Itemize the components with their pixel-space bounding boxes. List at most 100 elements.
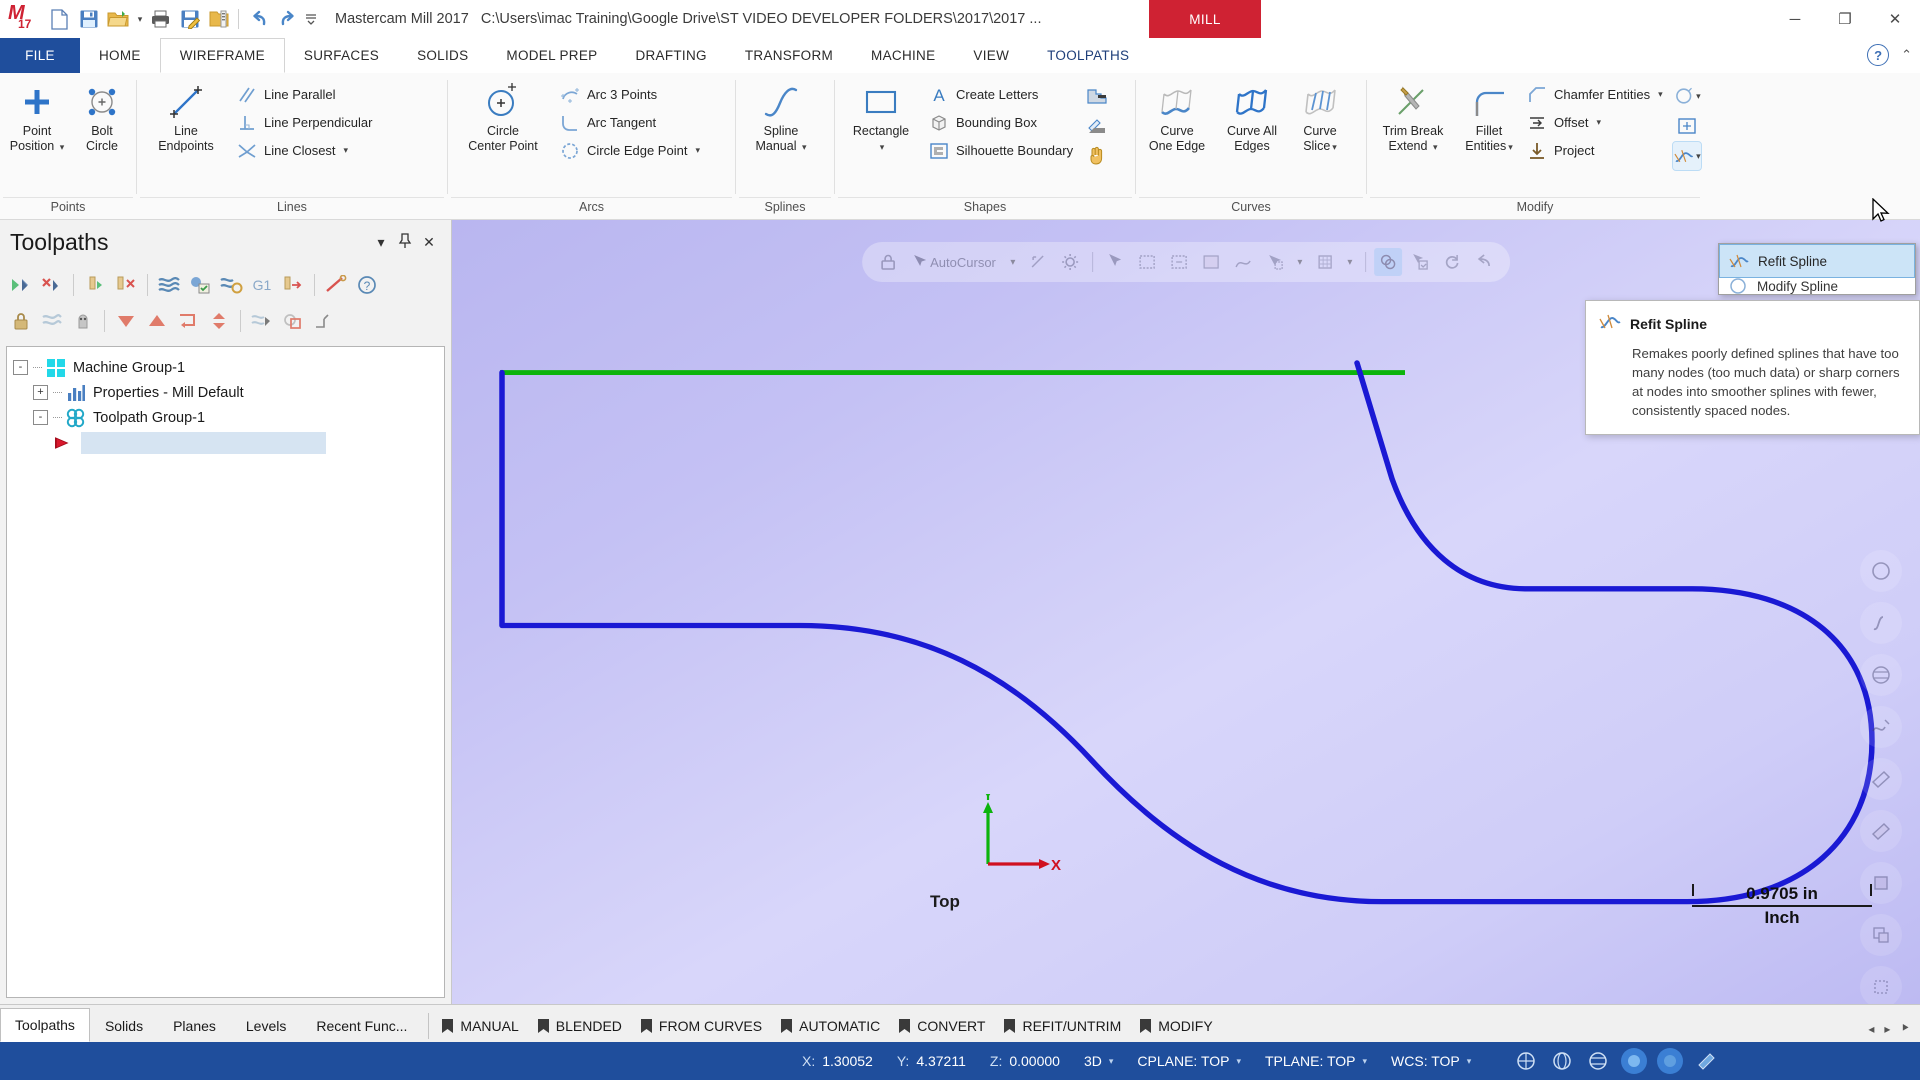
post-selected-icon[interactable] (278, 270, 308, 300)
bottom-tab-solids[interactable]: Solids (90, 1010, 158, 1042)
expander-properties[interactable]: + (33, 385, 48, 400)
tree-node-properties[interactable]: + Properties - Mill Default (13, 380, 438, 405)
tab-file[interactable]: FILE (0, 38, 80, 73)
line-closest-button[interactable]: Line Closest ▾ (232, 137, 379, 164)
cplane-dropdown-icon[interactable]: ▾ (1236, 1056, 1241, 1067)
tab-view[interactable]: VIEW (954, 38, 1028, 73)
translucency-toggle-icon[interactable] (1693, 1048, 1719, 1074)
offset-dropdown-icon[interactable]: ▾ (1596, 117, 1601, 128)
expand-collapse-icon[interactable] (204, 306, 234, 336)
gview-icon[interactable] (1513, 1048, 1539, 1074)
tab-machine[interactable]: MACHINE (852, 38, 954, 73)
toolpath-filter-icon[interactable] (247, 306, 277, 336)
line-closest-dropdown-icon[interactable]: ▾ (344, 145, 349, 156)
silhouette-boundary-button[interactable]: Silhouette Boundary (924, 137, 1080, 164)
tab-solids[interactable]: SOLIDS (398, 38, 487, 73)
flag-tab-automatic[interactable]: AUTOMATIC (774, 1010, 892, 1042)
bolt-circle-button[interactable]: Bolt Circle (71, 80, 133, 154)
new-file-icon[interactable] (46, 6, 73, 33)
status-mode-toggle[interactable]: 3D ▾ (1072, 1053, 1125, 1069)
panel-pin-icon[interactable] (393, 232, 417, 252)
redo-icon[interactable] (274, 6, 301, 33)
curve-all-edges-button[interactable]: Curve All Edges (1215, 80, 1289, 154)
circle-edge-point-dropdown-icon[interactable]: ▾ (695, 145, 700, 156)
expander-machine-group[interactable]: - (13, 360, 28, 375)
plane-globe-icon[interactable] (1585, 1048, 1611, 1074)
open-dropdown-icon[interactable]: ▾ (133, 6, 145, 33)
expander-toolpath-group[interactable]: - (33, 410, 48, 425)
refit-spline-icon[interactable]: ▾ (1671, 141, 1702, 171)
circle-center-point-button[interactable]: Circle Center Point (451, 80, 555, 154)
line-perpendicular-button[interactable]: Line Perpendicular (232, 109, 379, 136)
toggle-toolpath-display-icon[interactable] (68, 306, 98, 336)
bottom-tab-levels[interactable]: Levels (231, 1010, 301, 1042)
tplane-dropdown-icon[interactable]: ▾ (1363, 1056, 1368, 1067)
customize-qat-icon[interactable] (303, 6, 319, 33)
wcs-dropdown-icon[interactable]: ▾ (1467, 1056, 1472, 1067)
menu-item-modify-spline[interactable]: Modify Spline (1719, 278, 1915, 294)
flag-tab-manual[interactable]: MANUAL (435, 1010, 530, 1042)
nav-prev-icon[interactable]: ◂ (1868, 1022, 1874, 1036)
simplify-arc-icon[interactable]: ▾ (1673, 82, 1701, 110)
deselect-all-toolpaths-icon[interactable] (37, 270, 67, 300)
rectangle-dropdown-icon[interactable]: ▾ (878, 139, 885, 155)
close-button[interactable]: ✕ (1870, 0, 1920, 38)
simulate-icon[interactable] (216, 270, 246, 300)
curve-one-edge-button[interactable]: Curve One Edge (1139, 80, 1215, 154)
bottom-tab-recent-func[interactable]: Recent Func... (301, 1010, 422, 1042)
toggle-tree-icon[interactable] (173, 306, 203, 336)
fillet-entities-button[interactable]: Fillet Entities ▾ (1456, 80, 1522, 155)
offset-button[interactable]: Offset ▾ (1522, 109, 1670, 136)
curve-slice-button[interactable]: Curve Slice ▾ (1289, 80, 1351, 155)
restore-button[interactable]: ❐ (1820, 0, 1870, 38)
polygon-shape-icon[interactable] (1083, 112, 1111, 140)
help-icon[interactable]: ? (1867, 44, 1890, 66)
regenerate-invalid-icon[interactable] (111, 270, 141, 300)
trim-break-extend-button[interactable]: Trim Break Extend ▾ (1370, 80, 1456, 155)
status-cplane[interactable]: CPLANE: TOP ▾ (1125, 1053, 1253, 1069)
arc-tangent-button[interactable]: Arc Tangent (555, 109, 707, 136)
lock-toolpath-icon[interactable] (6, 306, 36, 336)
undo-icon[interactable] (245, 6, 272, 33)
regenerate-selected-icon[interactable] (80, 270, 110, 300)
hidden-line-icon[interactable] (1860, 810, 1902, 852)
create-letters-button[interactable]: A Create Letters (924, 81, 1080, 108)
folder-properties-icon[interactable] (205, 6, 232, 33)
save-icon[interactable] (75, 6, 102, 33)
move-up-icon[interactable] (142, 306, 172, 336)
toggle-posting-icon[interactable] (37, 306, 67, 336)
help-toolpaths-icon[interactable]: ? (352, 270, 382, 300)
bounding-box-button[interactable]: Bounding Box (924, 109, 1080, 136)
stair-shape-icon[interactable] (1083, 82, 1111, 110)
wireframe-toggle-icon[interactable] (1657, 1048, 1684, 1074)
tree-node-insert-arrow[interactable] (13, 430, 438, 455)
print-icon[interactable] (147, 6, 174, 33)
material-view-icon[interactable] (1860, 966, 1902, 1004)
select-all-toolpaths-icon[interactable] (6, 270, 36, 300)
tab-wireframe[interactable]: WIREFRAME (159, 38, 285, 73)
minimize-button[interactable]: ─ (1770, 0, 1820, 38)
circle-edge-point-button[interactable]: Circle Edge Point ▾ (555, 137, 707, 164)
transform-icon[interactable] (309, 306, 339, 336)
flag-tab-convert[interactable]: CONVERT (892, 1010, 997, 1042)
tree-node-machine-group[interactable]: - Machine Group-1 (13, 355, 438, 380)
nav-next-icon[interactable]: ▸ (1884, 1022, 1890, 1036)
flag-tab-blended[interactable]: BLENDED (531, 1010, 634, 1042)
spline-manual-button[interactable]: Spline Manual ▾ (739, 80, 823, 155)
tab-toolpaths[interactable]: TOOLPATHS (1028, 38, 1148, 73)
open-folder-icon[interactable] (104, 6, 131, 33)
tab-transform[interactable]: TRANSFORM (726, 38, 852, 73)
spline-view-icon[interactable] (1860, 602, 1902, 644)
shade-view-icon[interactable] (1860, 706, 1902, 748)
tab-model-prep[interactable]: MODEL PREP (487, 38, 616, 73)
backplot-icon[interactable] (154, 270, 184, 300)
nav-last-icon[interactable]: ⯈ (1900, 1021, 1910, 1036)
project-button[interactable]: Project (1522, 137, 1670, 164)
verify-icon[interactable] (185, 270, 215, 300)
arc-3-points-button[interactable]: Arc 3 Points (555, 81, 707, 108)
isometric-view-icon[interactable] (1860, 654, 1902, 696)
flag-tab-modify[interactable]: MODIFY (1133, 1010, 1224, 1042)
line-endpoints-button[interactable]: Line Endpoints (140, 80, 232, 154)
tab-home[interactable]: HOME (80, 38, 160, 73)
flag-tab-from-curves[interactable]: FROM CURVES (634, 1010, 774, 1042)
